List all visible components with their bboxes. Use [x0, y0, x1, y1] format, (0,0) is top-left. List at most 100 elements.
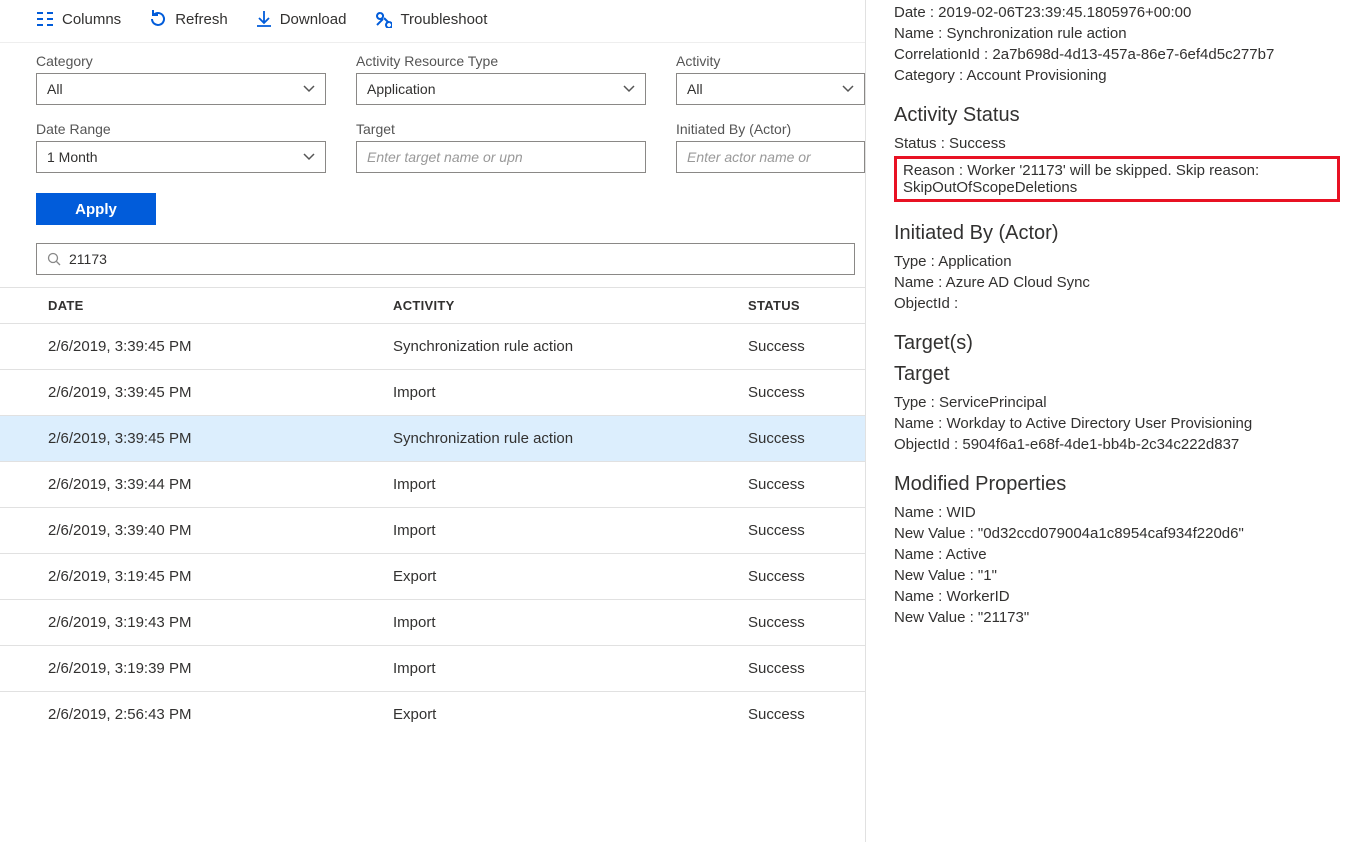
- modprop-name: Name : Active: [894, 546, 1340, 563]
- chevron-down-icon: [842, 85, 854, 93]
- cell-date: 2/6/2019, 3:19:45 PM: [48, 568, 393, 585]
- refresh-icon: [149, 10, 167, 28]
- filter-target: Target Enter target name or upn: [356, 121, 646, 173]
- table-row[interactable]: 2/6/2019, 3:39:40 PMImportSuccess: [0, 507, 865, 553]
- filter-daterange-label: Date Range: [36, 121, 326, 137]
- table-row[interactable]: 2/6/2019, 3:19:43 PMImportSuccess: [0, 599, 865, 645]
- table-header: DATE ACTIVITY STATUS: [0, 287, 865, 323]
- target-name: Name : Workday to Active Directory User …: [894, 415, 1340, 432]
- chevron-down-icon: [303, 153, 315, 161]
- search-icon: [47, 252, 61, 266]
- modprop-name: Name : WID: [894, 504, 1340, 521]
- cell-activity: Import: [393, 660, 748, 677]
- detail-date: Date : 2019-02-06T23:39:45.1805976+00:00: [894, 4, 1340, 21]
- header-date[interactable]: DATE: [48, 298, 393, 313]
- filter-category-label: Category: [36, 53, 326, 69]
- cell-activity: Import: [393, 614, 748, 631]
- troubleshoot-label: Troubleshoot: [400, 11, 487, 28]
- activity-status-heading: Activity Status: [894, 104, 1340, 127]
- troubleshoot-button[interactable]: Troubleshoot: [374, 10, 487, 28]
- detail-name: Name : Synchronization rule action: [894, 25, 1340, 42]
- detail-status: Status : Success: [894, 135, 1340, 152]
- search-wrap: 21173: [0, 225, 865, 275]
- cell-status: Success: [748, 660, 845, 677]
- reason-highlight: Reason : Worker '21173' will be skipped.…: [894, 156, 1340, 202]
- table-row[interactable]: 2/6/2019, 3:39:45 PMSynchronization rule…: [0, 415, 865, 461]
- download-icon: [256, 10, 272, 28]
- modprop-value: New Value : "0d32ccd079004a1c8954caf934f…: [894, 525, 1340, 542]
- cell-date: 2/6/2019, 3:39:45 PM: [48, 430, 393, 447]
- cell-activity: Export: [393, 568, 748, 585]
- table-row[interactable]: 2/6/2019, 3:39:45 PMImportSuccess: [0, 369, 865, 415]
- filter-activity-select[interactable]: All: [676, 73, 865, 105]
- modprop-name: Name : WorkerID: [894, 588, 1340, 605]
- cell-date: 2/6/2019, 3:39:44 PM: [48, 476, 393, 493]
- filter-activity-value: All: [687, 81, 703, 97]
- actor-type: Type : Application: [894, 253, 1340, 270]
- modprop-value: New Value : "21173": [894, 609, 1340, 626]
- detail-correlation: CorrelationId : 2a7b698d-4d13-457a-86e7-…: [894, 46, 1340, 63]
- cell-status: Success: [748, 384, 845, 401]
- cell-activity: Import: [393, 522, 748, 539]
- filter-daterange-select[interactable]: 1 Month: [36, 141, 326, 173]
- table-row[interactable]: 2/6/2019, 2:56:43 PMExportSuccess: [0, 691, 865, 737]
- cell-status: Success: [748, 476, 845, 493]
- filter-activity: Activity All: [676, 53, 865, 105]
- filter-daterange-value: 1 Month: [47, 149, 98, 165]
- filter-target-input[interactable]: Enter target name or upn: [356, 141, 646, 173]
- target-heading: Target: [894, 363, 1340, 386]
- cell-activity: Synchronization rule action: [393, 338, 748, 355]
- filter-category-select[interactable]: All: [36, 73, 326, 105]
- table-row[interactable]: 2/6/2019, 3:39:45 PMSynchronization rule…: [0, 323, 865, 369]
- filter-resource-value: Application: [367, 81, 436, 97]
- cell-status: Success: [748, 614, 845, 631]
- download-button[interactable]: Download: [256, 10, 347, 28]
- cell-activity: Synchronization rule action: [393, 430, 748, 447]
- cell-status: Success: [748, 430, 845, 447]
- modified-properties-heading: Modified Properties: [894, 473, 1340, 496]
- cell-date: 2/6/2019, 3:39:40 PM: [48, 522, 393, 539]
- cell-activity: Import: [393, 476, 748, 493]
- filter-daterange: Date Range 1 Month: [36, 121, 326, 173]
- cell-date: 2/6/2019, 3:39:45 PM: [48, 384, 393, 401]
- table-row[interactable]: 2/6/2019, 3:19:39 PMImportSuccess: [0, 645, 865, 691]
- cell-date: 2/6/2019, 2:56:43 PM: [48, 706, 393, 723]
- modprop-value: New Value : "1": [894, 567, 1340, 584]
- filter-activity-label: Activity: [676, 53, 865, 69]
- details-pane: Date : 2019-02-06T23:39:45.1805976+00:00…: [866, 0, 1356, 842]
- filter-resource-label: Activity Resource Type: [356, 53, 646, 69]
- refresh-button[interactable]: Refresh: [149, 10, 228, 28]
- troubleshoot-icon: [374, 10, 392, 28]
- filter-initiatedby-input[interactable]: Enter actor name or: [676, 141, 865, 173]
- download-label: Download: [280, 11, 347, 28]
- actor-objectid: ObjectId :: [894, 295, 1340, 312]
- filter-resource-select[interactable]: Application: [356, 73, 646, 105]
- cell-date: 2/6/2019, 3:39:45 PM: [48, 338, 393, 355]
- header-status[interactable]: STATUS: [748, 298, 845, 313]
- apply-button[interactable]: Apply: [36, 193, 156, 225]
- filter-category: Category All: [36, 53, 326, 105]
- actor-name: Name : Azure AD Cloud Sync: [894, 274, 1340, 291]
- table-row[interactable]: 2/6/2019, 3:39:44 PMImportSuccess: [0, 461, 865, 507]
- filter-initiatedby-label: Initiated By (Actor): [676, 121, 865, 137]
- filters: Category All Activity Resource Type Appl…: [0, 42, 865, 183]
- columns-button[interactable]: Columns: [36, 11, 121, 28]
- cell-activity: Export: [393, 706, 748, 723]
- search-input[interactable]: 21173: [36, 243, 855, 275]
- target-objectid: ObjectId : 5904f6a1-e68f-4de1-bb4b-2c34c…: [894, 436, 1340, 453]
- filter-target-placeholder: Enter target name or upn: [367, 149, 523, 165]
- cell-status: Success: [748, 338, 845, 355]
- filter-initiatedby: Initiated By (Actor) Enter actor name or: [676, 121, 865, 173]
- cell-date: 2/6/2019, 3:19:43 PM: [48, 614, 393, 631]
- filter-category-value: All: [47, 81, 63, 97]
- main-content: Columns Refresh Download Troubleshoot Ca…: [0, 0, 866, 842]
- table-row[interactable]: 2/6/2019, 3:19:45 PMExportSuccess: [0, 553, 865, 599]
- filter-target-label: Target: [356, 121, 646, 137]
- header-activity[interactable]: ACTIVITY: [393, 298, 748, 313]
- refresh-label: Refresh: [175, 11, 228, 28]
- table-body: 2/6/2019, 3:39:45 PMSynchronization rule…: [0, 323, 865, 737]
- initiated-by-heading: Initiated By (Actor): [894, 222, 1340, 245]
- cell-status: Success: [748, 568, 845, 585]
- detail-category: Category : Account Provisioning: [894, 67, 1340, 84]
- audit-log-table: DATE ACTIVITY STATUS 2/6/2019, 3:39:45 P…: [0, 287, 865, 737]
